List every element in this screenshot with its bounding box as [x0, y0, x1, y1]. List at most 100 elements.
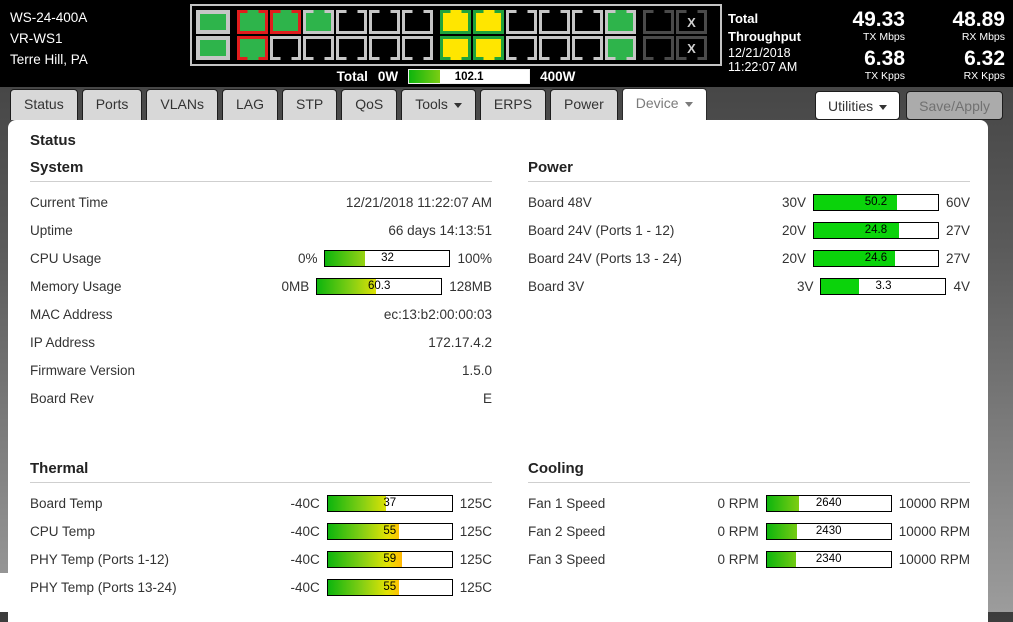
tab-label: ERPS — [493, 96, 533, 112]
port-ports-13-24-2-top[interactable] — [473, 10, 504, 34]
port-ports-13-24-6-top[interactable] — [605, 10, 636, 34]
row-fan-3-speed: Fan 3 Speed 0 RPM 2340 10000 RPM — [528, 545, 970, 573]
gauge-bar: 2340 — [765, 550, 892, 568]
section-cooling: Cooling Fan 1 Speed 0 RPM 2640 10000 RPM Fan … — [528, 460, 970, 573]
port-ports-13-24-1-top[interactable] — [440, 10, 471, 34]
port-status-light — [542, 39, 567, 57]
header-actions: Utilities Save/Apply — [815, 91, 1003, 120]
tab-lag[interactable]: LAG — [221, 89, 278, 120]
content-panel: Status System Current Time 12/21/2018 11:2… — [8, 120, 988, 622]
row-board-48v: Board 48V 30V 50.2 60V — [528, 188, 970, 216]
gauge-group: -40C 55 125C — [290, 578, 492, 596]
tab-device[interactable]: Device — [621, 88, 707, 120]
stat-label: TX Kpps — [864, 70, 905, 82]
gauge-min: 20V — [781, 250, 806, 266]
row-label: Uptime — [30, 222, 73, 238]
port-status-light — [509, 39, 534, 57]
tab-vlans[interactable]: VLANs — [146, 89, 218, 120]
gauge-bar: 2430 — [765, 522, 892, 540]
stat-tx-mbps: 49.33 TX Mbps — [827, 8, 905, 43]
throughput-stats: 49.33 TX Mbps 48.89 RX Mbps 6.38 TX Kpps 6.32 R… — [827, 8, 1005, 82]
row-cpu-temp: CPU Temp -40C 55 125C — [30, 517, 492, 545]
gauge-max: 10000 RPM — [898, 523, 970, 539]
gauge-min: 0 RPM — [717, 495, 759, 511]
port-ports-13-24-3-bottom[interactable] — [506, 36, 537, 60]
status-sections: System Current Time 12/21/2018 11:22:07 AM… — [30, 159, 970, 601]
gauge-bar: 24.6 — [812, 249, 939, 267]
gauge-bar: 3.3 — [820, 277, 947, 295]
port-ports-13-24-5-bottom[interactable] — [572, 36, 603, 60]
row-fan-2-speed: Fan 2 Speed 0 RPM 2430 10000 RPM — [528, 517, 970, 545]
port-ports-1-12-5-bottom[interactable] — [369, 36, 400, 60]
port-ports-1-12-2-top[interactable] — [270, 10, 301, 34]
row-label: Fan 2 Speed — [528, 523, 606, 539]
port-ports-13-24-4-top[interactable] — [539, 10, 570, 34]
port-status-light — [372, 13, 397, 31]
total-power-gauge: 102.1 — [408, 69, 531, 84]
save-apply-button[interactable]: Save/Apply — [906, 91, 1003, 120]
port-status-light — [608, 13, 633, 31]
tab-ports[interactable]: Ports — [81, 89, 143, 120]
gauge-max: 100% — [457, 250, 492, 266]
port-ports-1-12-3-top[interactable] — [303, 10, 334, 34]
gauge-max: 10000 RPM — [898, 551, 970, 567]
total-power-label: Total — [336, 69, 368, 84]
total-power-max: 400W — [540, 69, 576, 84]
port-ports-1-12-5-top[interactable] — [369, 10, 400, 34]
port-ports-13-24-4-bottom[interactable] — [539, 36, 570, 60]
stat-value: 49.33 — [852, 8, 905, 31]
port-aux-2-bottom[interactable]: X — [676, 36, 707, 60]
tab-label: Ports — [95, 96, 129, 112]
port-status-light — [476, 13, 501, 31]
tab-label: Tools — [415, 96, 448, 112]
port-ports-1-12-1-top[interactable] — [237, 10, 268, 34]
tab-qos[interactable]: QoS — [341, 89, 398, 120]
port-ports-1-12-3-bottom[interactable] — [303, 36, 334, 60]
utilities-label: Utilities — [828, 98, 874, 114]
throughput-title: Total Throughput — [728, 11, 801, 44]
row-label: CPU Temp — [30, 523, 96, 539]
port-ports-1-12-6-top[interactable] — [402, 10, 433, 34]
port-status-light — [443, 39, 468, 57]
row-cpu-usage: CPU Usage 0% 32 100% — [30, 244, 492, 272]
gauge-min: -40C — [290, 495, 320, 511]
port-ports-13-24-1-bottom[interactable] — [440, 36, 471, 60]
gauge-value: 24.8 — [864, 223, 888, 236]
port-sfp-1-top[interactable] — [196, 10, 230, 34]
port-ports-13-24-6-bottom[interactable] — [605, 36, 636, 60]
chevron-down-icon — [879, 104, 888, 110]
port-ports-1-12-6-bottom[interactable] — [402, 36, 433, 60]
port-sfp-1-bottom[interactable] — [196, 36, 230, 60]
port-ports-1-12-4-bottom[interactable] — [336, 36, 367, 60]
row-board-rev: Board Rev E — [30, 384, 492, 412]
tab-power[interactable]: Power — [550, 89, 618, 120]
tab-erps[interactable]: ERPS — [479, 89, 547, 120]
tab-status[interactable]: Status — [10, 89, 78, 120]
section-title: Thermal — [30, 460, 89, 477]
row-value: 12/21/2018 11:22:07 AM — [345, 194, 492, 210]
row-label: Board Rev — [30, 390, 94, 406]
port-ports-1-12-4-top[interactable] — [336, 10, 367, 34]
row-value: ec:13:b2:00:00:03 — [383, 306, 492, 322]
utilities-button[interactable]: Utilities — [815, 91, 901, 120]
gauge-value: 102.1 — [454, 71, 484, 83]
gauge-max: 60V — [945, 194, 970, 210]
port-ports-1-12-2-bottom[interactable] — [270, 36, 301, 60]
row-label: Memory Usage — [30, 278, 122, 294]
gauge-max: 10000 RPM — [898, 495, 970, 511]
port-aux-1-bottom[interactable] — [643, 36, 674, 60]
port-status-light — [339, 13, 364, 31]
port-ports-13-24-2-bottom[interactable] — [473, 36, 504, 60]
tab-label: Power — [564, 96, 604, 112]
row-label: PHY Temp (Ports 1-12) — [30, 551, 170, 567]
tab-tools[interactable]: Tools — [401, 89, 476, 120]
row-label: MAC Address — [30, 306, 113, 322]
port-aux-2-top[interactable]: X — [676, 10, 707, 34]
port-aux-1-top[interactable] — [643, 10, 674, 34]
port-ports-1-12-1-bottom[interactable] — [237, 36, 268, 60]
row-label: Current Time — [30, 194, 109, 210]
port-ports-13-24-3-top[interactable] — [506, 10, 537, 34]
port-group-ports-1-12 — [237, 10, 433, 60]
port-ports-13-24-5-top[interactable] — [572, 10, 603, 34]
tab-stp[interactable]: STP — [281, 89, 338, 120]
